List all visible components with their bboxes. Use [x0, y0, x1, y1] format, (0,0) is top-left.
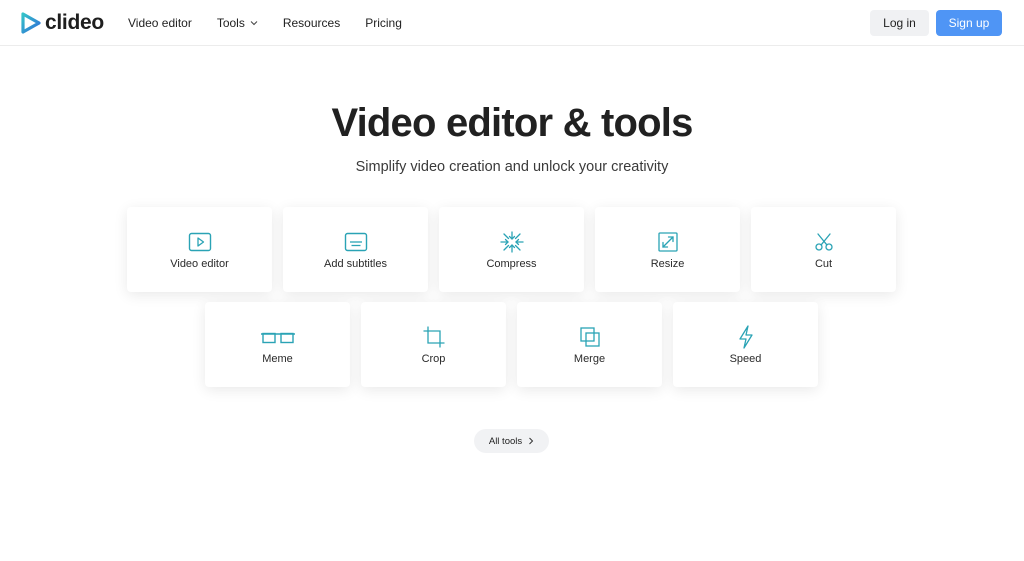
clideo-logo[interactable]: clideo: [21, 11, 104, 35]
tool-card-compress[interactable]: Compress: [439, 207, 584, 292]
tool-label: Cut: [814, 258, 833, 270]
main-nav: Video editor Tools Resources Pricing: [128, 0, 427, 46]
nav-resources-label: Resources: [282, 16, 341, 30]
signup-button[interactable]: Sign up: [936, 10, 1002, 36]
tool-label: Merge: [573, 353, 606, 365]
tool-card-crop[interactable]: Crop: [361, 302, 506, 387]
nav-video-editor[interactable]: Video editor: [128, 16, 192, 30]
nav-tools-label: Tools: [216, 16, 245, 30]
nav-video-editor-label: Video editor: [128, 16, 192, 30]
tool-card-video-editor[interactable]: Video editor: [127, 207, 272, 292]
tool-card-meme[interactable]: Meme: [205, 302, 350, 387]
tool-card-add-subtitles[interactable]: Add subtitles: [283, 207, 428, 292]
tool-card-cut[interactable]: Cut: [751, 207, 896, 292]
tool-label: Resize: [650, 258, 685, 270]
page-title: Video editor & tools: [331, 101, 693, 145]
lightning-icon: [734, 325, 758, 349]
scissors-icon: [812, 231, 836, 253]
nav-tools[interactable]: Tools: [217, 16, 258, 30]
logo-play-icon: [21, 12, 41, 34]
tool-card-resize[interactable]: Resize: [595, 207, 740, 292]
all-tools-button[interactable]: All tools: [474, 429, 549, 453]
tool-label: Compress: [486, 258, 537, 270]
tool-label: Video editor: [170, 258, 229, 270]
login-button[interactable]: Log in: [870, 10, 929, 36]
resize-icon: [656, 231, 680, 253]
tool-label: Add subtitles: [324, 258, 387, 270]
crop-icon: [422, 326, 446, 348]
tool-label: Meme: [262, 353, 293, 365]
compress-icon: [499, 231, 524, 253]
nav-resources[interactable]: Resources: [283, 16, 340, 30]
play-icon: [188, 231, 212, 253]
all-tools-label: All tools: [488, 435, 523, 447]
tool-label: Speed: [729, 353, 762, 365]
nav-pricing[interactable]: Pricing: [365, 16, 402, 30]
page-subtitle: Simplify video creation and unlock your …: [355, 159, 669, 175]
chevron-right-icon: [529, 437, 534, 445]
site-header: clideo Video editor Tools Resources Pric…: [0, 0, 1024, 46]
nav-pricing-label: Pricing: [365, 16, 402, 30]
subtitles-icon: [344, 231, 368, 253]
glasses-icon: [260, 326, 296, 348]
tool-label: Crop: [421, 353, 446, 365]
merge-icon: [578, 326, 602, 348]
chevron-down-icon: [250, 21, 258, 26]
tool-card-merge[interactable]: Merge: [517, 302, 662, 387]
tool-card-speed[interactable]: Speed: [673, 302, 818, 387]
logo-text: clideo: [45, 11, 104, 34]
